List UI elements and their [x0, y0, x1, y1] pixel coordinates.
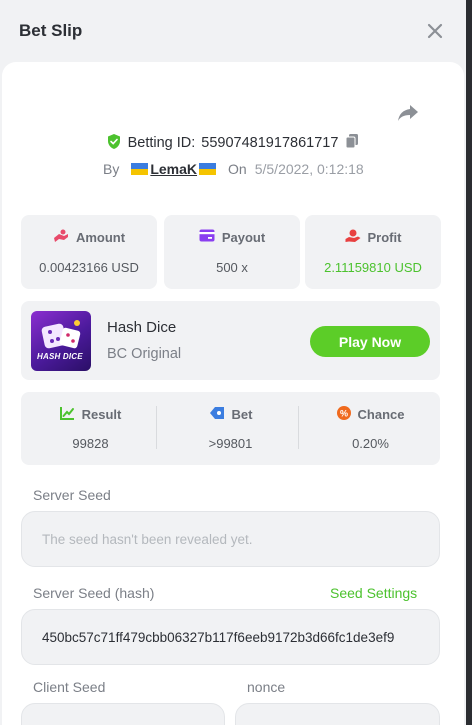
modal-header: Bet Slip — [0, 0, 466, 62]
username-link[interactable]: LemaK — [131, 161, 217, 177]
profit-label: Profit — [367, 230, 402, 245]
game-subtitle: BC Original — [107, 346, 182, 362]
result-chart-icon — [59, 406, 75, 423]
game-card: HASH DICE Hash Dice BC Original Play Now — [21, 301, 440, 380]
betting-id-label: Betting ID: — [127, 135, 196, 151]
profit-icon — [345, 229, 361, 246]
verified-shield-icon — [106, 133, 122, 154]
bet-label: Bet — [231, 407, 253, 422]
game-name: Hash Dice — [107, 319, 177, 336]
server-seed-placeholder: The seed hasn't been revealed yet. — [42, 532, 253, 547]
close-icon[interactable] — [424, 20, 446, 42]
payout-card: Payout 500 x — [164, 215, 300, 289]
server-seed-field[interactable]: The seed hasn't been revealed yet. — [21, 511, 440, 567]
server-seed-label: Server Seed — [33, 487, 111, 503]
percent-icon: % — [336, 406, 351, 423]
nonce-field[interactable] — [235, 703, 440, 725]
amount-label: Amount — [75, 230, 126, 245]
chance-value: 0.20% — [352, 436, 389, 451]
bet-tag-icon — [209, 406, 225, 423]
betting-id-row: Betting ID: 55907481917861717 — [0, 132, 466, 154]
amount-value: 0.00423166 USD — [39, 260, 139, 275]
chance-column: % Chance 0.20% — [301, 392, 440, 465]
betting-id-value: 55907481917861717 — [201, 135, 339, 151]
column-divider — [156, 406, 157, 449]
server-seed-hash-label: Server Seed (hash) — [33, 585, 155, 601]
bet-value: >99801 — [208, 436, 253, 451]
on-label: On — [228, 161, 247, 177]
share-icon[interactable] — [396, 102, 420, 124]
hash-dice-thumbnail[interactable]: HASH DICE — [31, 311, 91, 371]
ukraine-flag-icon — [199, 163, 217, 175]
result-column: Result 99828 — [21, 392, 160, 465]
profit-value: 2.11159810 USD — [324, 260, 422, 275]
nonce-label: nonce — [247, 679, 286, 695]
result-value: 99828 — [72, 436, 109, 451]
amount-icon — [53, 229, 69, 246]
result-label: Result — [81, 407, 122, 422]
bet-column: Bet >99801 — [161, 392, 300, 465]
profit-card: Profit 2.11159810 USD — [305, 215, 441, 289]
username: LemaK — [150, 161, 198, 177]
play-now-button[interactable]: Play Now — [310, 326, 430, 357]
thumbnail-text: HASH DICE — [37, 352, 83, 361]
card-icon — [199, 229, 215, 245]
modal-title: Bet Slip — [19, 21, 83, 40]
client-seed-label: Client Seed — [33, 679, 106, 695]
ukraine-flag-icon — [131, 163, 149, 175]
copy-icon[interactable] — [344, 133, 360, 154]
column-divider — [298, 406, 299, 449]
seed-settings-link[interactable]: Seed Settings — [330, 585, 417, 601]
result-card: Result 99828 Bet >99801 % Chance 0.20% — [21, 392, 440, 465]
bet-slip-modal: Bet Slip Betting ID: 55907481917861717 B… — [0, 0, 466, 725]
server-seed-hash-field[interactable]: 450bc57c71ff479cbb06327b117f6eeb9172b3d6… — [21, 609, 440, 665]
client-seed-field[interactable] — [21, 703, 225, 725]
server-seed-hash-value: 450bc57c71ff479cbb06327b117f6eeb9172b3d6… — [42, 630, 395, 645]
amount-card: Amount 0.00423166 USD — [21, 215, 157, 289]
background-strip — [466, 0, 472, 725]
by-label: By — [103, 161, 120, 177]
svg-text:%: % — [340, 409, 348, 419]
chance-label: Chance — [357, 407, 405, 422]
bet-date: 5/5/2022, 0:12:18 — [254, 161, 364, 177]
bet-author-row: By LemaK On 5/5/2022, 0:12:18 — [103, 158, 364, 180]
payout-label: Payout — [221, 229, 266, 245]
payout-value: 500 x — [216, 260, 248, 275]
